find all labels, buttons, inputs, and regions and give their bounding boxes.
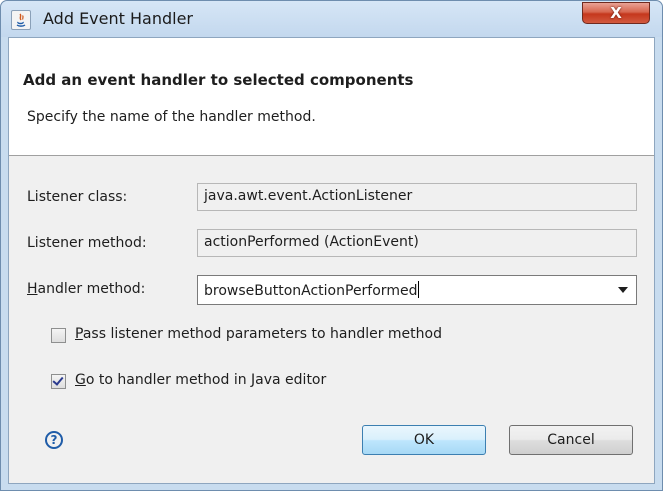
title-bar[interactable]: Add Event Handler X [1, 1, 662, 37]
goto-editor-label[interactable]: Go to handler method in Java editor [75, 372, 326, 388]
dialog-content: Add an event handler to selected compone… [8, 37, 655, 484]
ok-button[interactable]: OK [362, 425, 486, 455]
java-app-icon [11, 10, 31, 30]
goto-editor-checkbox[interactable] [51, 374, 66, 389]
handler-method-label-text: andler method: [37, 281, 146, 297]
handler-method-input[interactable]: browseButtonActionPerformed [204, 283, 417, 299]
header-title: Add an event handler to selected compone… [23, 71, 414, 89]
pass-params-mnemonic: P [75, 326, 83, 342]
window-title: Add Event Handler [43, 9, 193, 28]
listener-method-label: Listener method: [27, 235, 147, 251]
header-panel: Add an event handler to selected compone… [9, 38, 654, 156]
text-cursor [418, 281, 420, 298]
pass-params-label[interactable]: Pass listener method parameters to handl… [75, 326, 442, 342]
help-icon[interactable]: ? [45, 431, 63, 449]
checkmark-icon [52, 374, 64, 386]
chevron-down-icon[interactable] [618, 287, 628, 293]
cancel-button[interactable]: Cancel [509, 425, 633, 455]
pass-params-checkbox[interactable] [51, 328, 66, 343]
listener-method-field: actionPerformed (ActionEvent) [197, 229, 637, 257]
goto-editor-label-text: o to handler method in Java editor [85, 372, 327, 388]
close-icon: X [610, 4, 622, 22]
pass-params-label-text: ass listener method parameters to handle… [82, 326, 442, 342]
listener-class-label: Listener class: [27, 189, 128, 205]
close-button[interactable]: X [582, 2, 650, 24]
handler-method-combobox[interactable]: browseButtonActionPerformed [197, 275, 637, 305]
handler-method-label: Handler method: [27, 281, 145, 297]
goto-editor-mnemonic: G [75, 372, 86, 388]
handler-method-mnemonic: H [27, 281, 38, 297]
dialog-window: Add Event Handler X Add an event handler… [0, 0, 663, 491]
listener-class-field: java.awt.event.ActionListener [197, 183, 637, 211]
header-description: Specify the name of the handler method. [27, 109, 316, 125]
